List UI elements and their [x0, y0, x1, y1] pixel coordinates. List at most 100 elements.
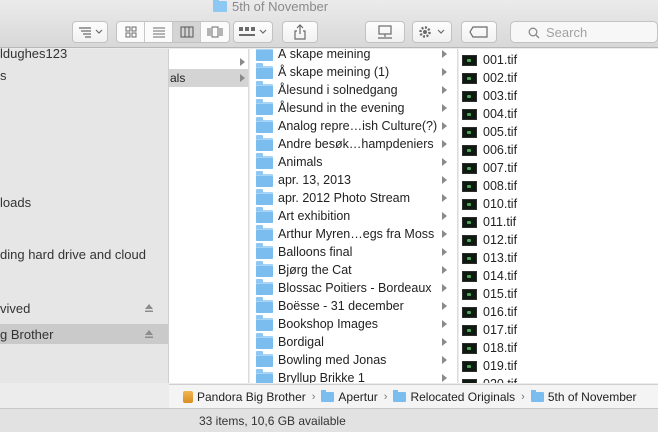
folder-row[interactable]: Blossac Poitiers - Bordeaux [250, 278, 457, 297]
tags-button[interactable] [461, 21, 497, 43]
file-name: 010.tif [483, 197, 518, 211]
file-name: 011.tif [483, 215, 517, 229]
column-view-button[interactable] [173, 22, 201, 42]
folder-icon [256, 152, 273, 169]
path-segment[interactable]: Pandora Big Brother [183, 390, 306, 404]
folder-row[interactable]: Art exhibition [250, 206, 457, 225]
file-row[interactable]: 018.tif [459, 339, 658, 357]
file-row[interactable]: 007.tif [459, 159, 658, 177]
file-row[interactable]: 006.tif [459, 141, 658, 159]
file-name: 004.tif [483, 107, 518, 121]
file-row[interactable]: 019.tif [459, 357, 658, 375]
image-thumbnail-icon [462, 198, 477, 210]
sidebar-item-label: s [0, 67, 7, 83]
share-button[interactable] [282, 21, 318, 43]
list-view-button[interactable] [145, 22, 173, 42]
image-thumbnail-icon [462, 306, 477, 318]
folder-row[interactable]: Animals [250, 152, 457, 171]
file-row[interactable]: 016.tif [459, 303, 658, 321]
cover-flow-button[interactable] [201, 22, 229, 42]
sidebar-item[interactable]: s [0, 65, 168, 85]
image-thumbnail-icon [462, 252, 477, 264]
folder-row[interactable]: Arthur Myren…egs fra Moss [250, 224, 457, 243]
drive-icon [183, 390, 193, 403]
folder-icon [256, 206, 273, 223]
folder-row[interactable]: Å skape meining (1) [250, 62, 457, 81]
file-name: 006.tif [483, 143, 518, 157]
folder-row[interactable]: Bordigal [250, 332, 457, 351]
folder-row[interactable]: apr. 13, 2013 [250, 170, 457, 189]
image-thumbnail-icon [462, 324, 477, 336]
chevron-right-icon [442, 68, 447, 76]
eject-icon[interactable] [144, 329, 154, 339]
sidebar-item[interactable]: vived [0, 298, 168, 318]
folder-row[interactable]: Andre besøk…hampdeniers [250, 134, 457, 153]
file-name: 012.tif [483, 233, 518, 247]
sidebar-item-label: vived [0, 300, 31, 316]
folder-row[interactable]: Bookshop Images [250, 314, 457, 333]
arrange-button[interactable] [72, 21, 108, 43]
group-button[interactable] [233, 21, 273, 43]
folder-row[interactable]: Å skape meining [250, 49, 457, 63]
image-thumbnail-icon [462, 288, 477, 300]
file-row[interactable]: 014.tif [459, 267, 658, 285]
file-row[interactable]: 010.tif [459, 195, 658, 213]
search-field[interactable]: Search [510, 21, 658, 43]
folder-row[interactable]: Ålesund i solnedgang [250, 80, 457, 99]
file-row[interactable]: 017.tif [459, 321, 658, 339]
folder-name: Balloons final [278, 245, 353, 259]
file-row[interactable]: 003.tif [459, 87, 658, 105]
file-row[interactable]: 012.tif [459, 231, 658, 249]
sidebar: ldughes123 s loads ding hard drive and clou… [0, 46, 169, 383]
folder-row[interactable]: Analog repre…ish Culture(?) [250, 116, 457, 135]
sidebar-item[interactable]: g Brother [0, 324, 168, 344]
connect-server-button[interactable] [365, 21, 405, 43]
folder-name: Animals [278, 155, 323, 169]
folder-name: Art exhibition [278, 209, 351, 223]
column-item-selected[interactable]: als [169, 69, 248, 87]
image-thumbnail-icon [462, 378, 477, 383]
folder-row[interactable]: Bjørg the Cat [250, 260, 457, 279]
file-row[interactable]: 015.tif [459, 285, 658, 303]
folder-row[interactable]: Ålesund in the evening [250, 98, 457, 117]
file-row[interactable]: 005.tif [459, 123, 658, 141]
sidebar-item-label: ldughes123 [0, 45, 68, 61]
sidebar-item[interactable]: ldughes123 [0, 43, 168, 63]
image-thumbnail-icon [462, 126, 477, 138]
path-separator-icon: › [521, 390, 525, 403]
file-row[interactable]: 004.tif [459, 105, 658, 123]
file-row[interactable]: 008.tif [459, 177, 658, 195]
path-segment[interactable]: 5th of November [530, 389, 637, 404]
path-segment[interactable]: Relocated Originals [393, 389, 515, 404]
image-thumbnail-icon [462, 180, 477, 192]
icon-view-button[interactable] [117, 22, 145, 42]
folder-name: Bordigal [278, 335, 324, 349]
file-name: 008.tif [483, 179, 518, 193]
image-thumbnail-icon [462, 342, 477, 354]
file-row[interactable]: 013.tif [459, 249, 658, 267]
chevron-right-icon [442, 212, 447, 220]
sidebar-item[interactable]: loads [0, 192, 168, 212]
folder-name: Bowling med Jonas [278, 353, 387, 367]
file-row[interactable]: 002.tif [459, 69, 658, 87]
folder-row[interactable]: Bryllup Brikke 1 [250, 368, 457, 383]
folder-icon [256, 368, 273, 383]
group-icon [239, 27, 267, 36]
folder-row[interactable]: Boësse - 31 december [250, 296, 457, 315]
folder-row[interactable]: apr. 2012 Photo Stream [250, 188, 457, 207]
folder-icon [393, 389, 407, 402]
file-name: 018.tif [483, 341, 518, 355]
folder-icon [256, 134, 273, 151]
folder-row[interactable]: Balloons final [250, 242, 457, 261]
action-menu-button[interactable] [412, 21, 452, 43]
path-segment[interactable]: Apertur [321, 389, 378, 404]
file-row[interactable]: 011.tif [459, 213, 658, 231]
gear-icon [419, 26, 445, 38]
sidebar-item[interactable]: ding hard drive and cloud [0, 244, 168, 264]
file-row[interactable]: 001.tif [459, 51, 658, 69]
eject-icon[interactable] [144, 303, 154, 313]
folder-icon [256, 98, 273, 115]
folder-icon [256, 314, 273, 331]
folder-row[interactable]: Bowling med Jonas [250, 350, 457, 369]
file-row[interactable]: 020.tif [459, 375, 658, 383]
